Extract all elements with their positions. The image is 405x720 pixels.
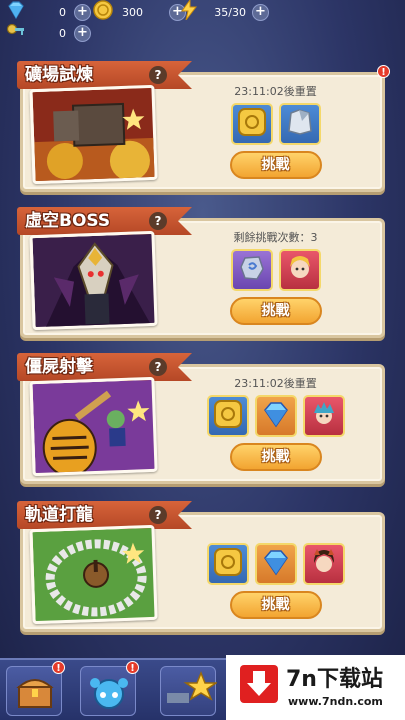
alert-badge: !	[126, 661, 139, 674]
reward-diamond[interactable]	[254, 395, 297, 437]
event-title: 僵屍射擊	[25, 357, 93, 377]
resource-bar: 0 + 300 + 35/30 + 0 +	[0, 0, 405, 44]
character-icon	[81, 678, 137, 720]
reward-rune-stone[interactable]	[230, 249, 273, 291]
diamond-resource: 0 +	[6, 1, 91, 23]
key-count: 0	[59, 26, 66, 40]
reward-diamond[interactable]	[254, 543, 297, 585]
reward-list	[173, 395, 378, 437]
reward-armor[interactable]	[278, 103, 321, 145]
reward-list	[173, 103, 378, 145]
alert-badge: !	[377, 65, 390, 78]
rune-stone-icon	[237, 253, 267, 287]
coin-icon	[213, 399, 243, 433]
event-title: 礦場試煉	[25, 65, 93, 85]
event-card-track-dragon[interactable]: 軌道打龍 ? 挑戰	[17, 501, 385, 632]
add-energy-button[interactable]: +	[252, 3, 269, 21]
challenge-button[interactable]: 挑戰	[229, 443, 322, 471]
reset-timer: 23:11:02後重置	[234, 377, 317, 390]
reward-coin[interactable]	[206, 543, 249, 585]
event-thumbnail	[29, 230, 158, 331]
help-button[interactable]: ?	[149, 212, 167, 230]
help-button[interactable]: ?	[149, 506, 167, 524]
reward-coin[interactable]	[206, 395, 249, 437]
reset-timer: 23:11:02後重置	[234, 85, 317, 98]
watermark-url: www.7ndn.com	[288, 695, 383, 708]
reward-list	[173, 543, 378, 585]
event-info: 挑戰	[173, 523, 378, 619]
remaining-attempts: 剩餘挑戰次數：3	[233, 231, 318, 244]
armor-icon	[285, 107, 315, 141]
diamond-icon	[261, 399, 291, 433]
challenge-button[interactable]: 挑戰	[229, 151, 322, 179]
event-thumbnail	[29, 84, 158, 185]
diamond-icon	[261, 547, 291, 581]
nav-character[interactable]: !	[80, 661, 139, 716]
event-card-zombie-shooting[interactable]: 僵屍射擊 ? 23:11:02後重置 挑戰	[17, 353, 385, 484]
nav-battle[interactable]	[160, 666, 219, 716]
download-icon	[240, 665, 278, 703]
zombie-illustration	[32, 379, 158, 477]
challenge-button[interactable]: 挑戰	[229, 297, 322, 325]
reward-coin[interactable]	[230, 103, 273, 145]
watermark: 7n下载站 www.7ndn.com	[226, 655, 405, 720]
event-status	[173, 523, 378, 539]
hero-portrait-icon	[309, 547, 339, 581]
event-title: 軌道打龍	[25, 505, 93, 525]
treasure-chest-icon	[7, 679, 63, 720]
event-info: 23:11:02後重置 挑戰	[173, 83, 378, 179]
alert-badge: !	[52, 661, 65, 674]
add-key-button[interactable]: +	[74, 24, 91, 42]
lightning-icon	[180, 0, 198, 24]
event-thumbnail	[29, 376, 158, 477]
energy-count: 35/30	[214, 5, 246, 19]
hero-portrait-icon	[309, 399, 339, 433]
track-dragon-illustration	[32, 527, 158, 625]
help-button[interactable]: ?	[149, 358, 167, 376]
reward-hero[interactable]	[302, 543, 345, 585]
hero-portrait-icon	[285, 253, 315, 287]
void-boss-illustration	[32, 233, 158, 331]
coin-icon	[93, 0, 113, 24]
energy-resource: 35/30 +	[180, 0, 269, 24]
add-diamond-button[interactable]: +	[74, 3, 91, 21]
help-button[interactable]: ?	[149, 66, 167, 84]
key-icon	[6, 22, 26, 44]
reward-list	[173, 249, 378, 291]
event-info: 23:11:02後重置 挑戰	[173, 375, 378, 471]
star-icon	[161, 670, 219, 720]
mine-cart-illustration	[32, 87, 158, 185]
coin-resource: 300 +	[93, 0, 186, 24]
event-info: 剩餘挑戰次數：3 挑戰	[173, 229, 378, 325]
diamond-icon	[6, 1, 26, 23]
event-thumbnail	[29, 524, 158, 625]
event-card-mine-trial[interactable]: 礦場試煉 ? ! 23:11:02後重置 挑戰	[17, 61, 390, 192]
challenge-button[interactable]: 挑戰	[229, 591, 322, 619]
reward-hero[interactable]	[278, 249, 321, 291]
diamond-count: 0	[59, 5, 66, 19]
coin-icon	[213, 547, 243, 581]
nav-treasure-chest[interactable]: !	[6, 661, 65, 716]
event-title: 虛空BOSS	[25, 211, 111, 231]
key-resource: 0 +	[6, 23, 91, 43]
reward-hero[interactable]	[302, 395, 345, 437]
coin-icon	[237, 107, 267, 141]
coin-count: 300	[122, 5, 143, 19]
event-card-void-boss[interactable]: 虛空BOSS ? 剩餘挑戰次數：3 挑戰	[17, 207, 385, 338]
watermark-title: 7n下载站	[286, 667, 383, 692]
